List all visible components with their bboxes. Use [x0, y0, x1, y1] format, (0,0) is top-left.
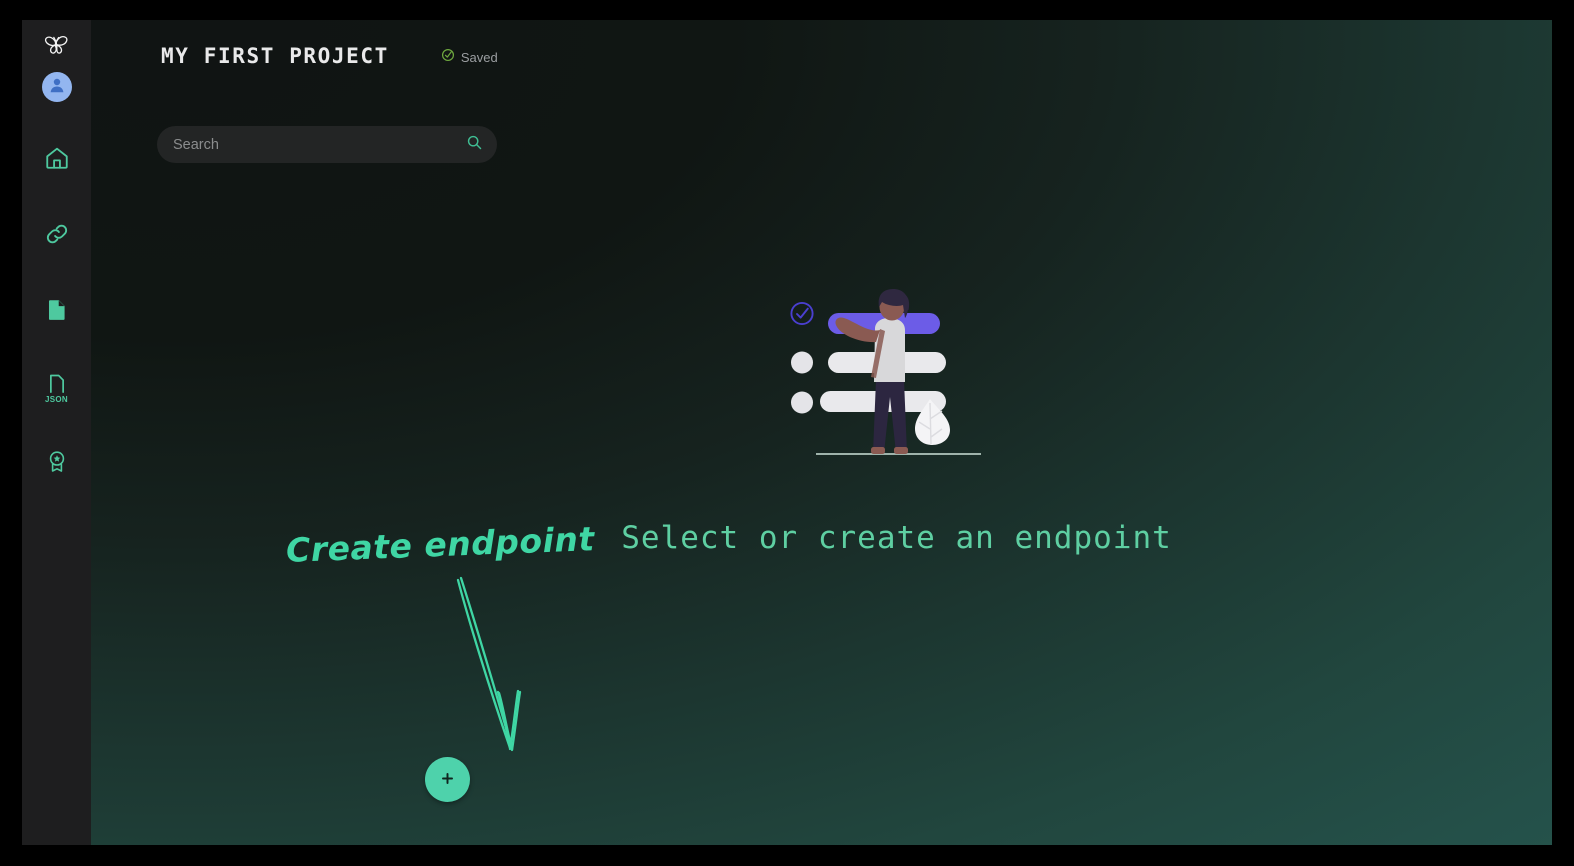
search-icon[interactable] [466, 134, 483, 156]
hand-drawn-down-arrow [446, 572, 566, 767]
plus-icon [440, 771, 455, 789]
main-content: MY FIRST PROJECT Saved Search Select or … [91, 20, 1552, 845]
annotation-label: Create endpoint [285, 519, 596, 570]
butterfly-logo-icon [42, 33, 72, 64]
page-title: MY FIRST PROJECT [161, 44, 389, 68]
avatar[interactable] [41, 72, 72, 102]
link-icon [44, 221, 70, 252]
sidebar-item-documents[interactable] [31, 286, 83, 338]
app-logo[interactable] [37, 30, 77, 66]
user-avatar-icon [47, 75, 67, 100]
saved-label: Saved [460, 50, 498, 65]
check-circle-icon [441, 48, 455, 67]
json-file-label: JSON [45, 395, 68, 404]
person-with-checklist-illustration [772, 285, 1022, 490]
home-icon [44, 145, 70, 176]
empty-state-title: Select or create an endpoint [621, 520, 1172, 556]
award-badge-icon [45, 449, 69, 480]
sidebar: JSON [22, 20, 91, 845]
sidebar-item-links[interactable] [31, 210, 83, 262]
app-window: JSON MY FIRST PROJECT Saved Search Selec… [22, 20, 1552, 845]
empty-state: Select or create an endpoint [91, 285, 1552, 556]
header: MY FIRST PROJECT Saved [161, 44, 498, 68]
create-endpoint-button[interactable] [425, 757, 470, 802]
json-file-icon: JSON [45, 372, 69, 404]
sidebar-item-json[interactable]: JSON [31, 362, 83, 414]
search-box[interactable] [157, 126, 497, 163]
sidebar-item-badge[interactable] [31, 438, 83, 490]
status-badge: Saved [441, 48, 498, 67]
search-input[interactable] [173, 136, 466, 153]
document-icon [44, 297, 70, 328]
sidebar-item-home[interactable] [31, 134, 83, 186]
